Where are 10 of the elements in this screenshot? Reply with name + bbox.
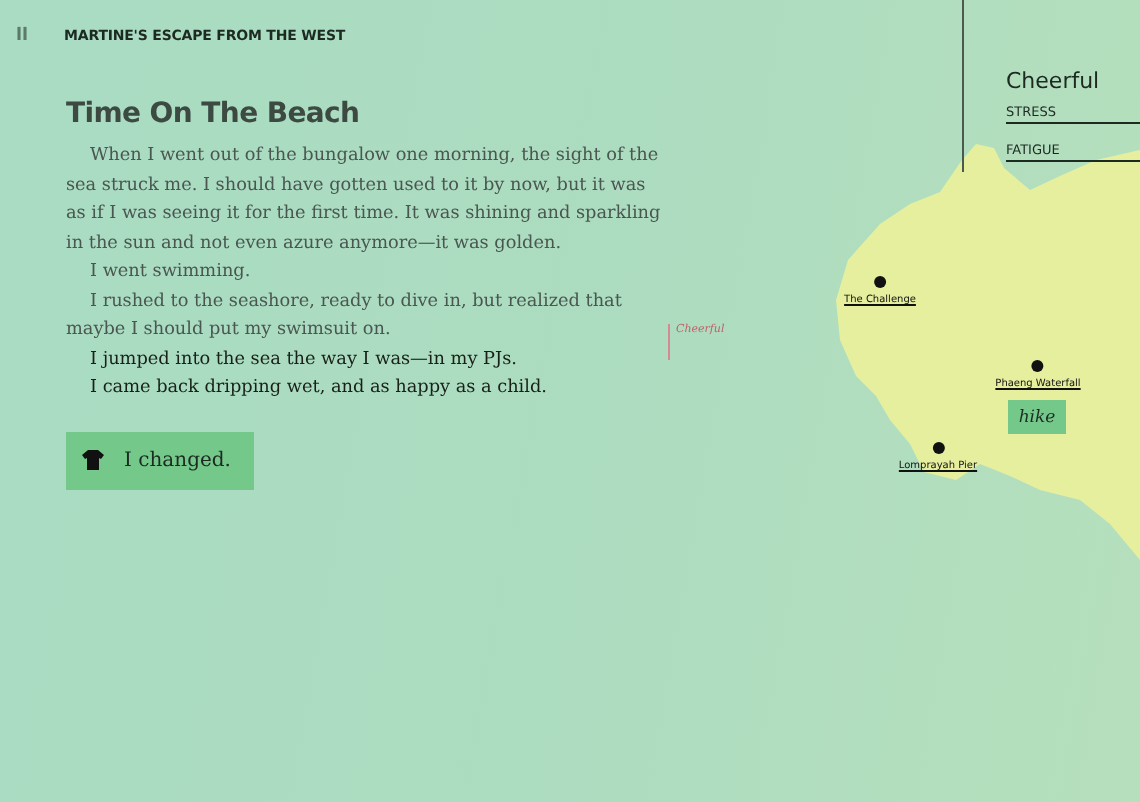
mood-label: Cheerful — [1006, 68, 1102, 94]
chapter-title: Time On The Beach — [66, 98, 362, 130]
story-paragraph: I rushed to the seashore, ready to dive in, but realized that maybe I should put my swimsuit on. — [66, 289, 624, 344]
story-paragraph: I came back dripping wet, and as happy as a child. — [88, 376, 549, 402]
story-paragraph: When I went out of the bungalow one morning, the sight of the sea struck me. I should have gotten used to it by now, but it was as if I was seeing it for the first time. It was shining and sparkling in the sun and not even azure anymore—it was golden. — [66, 144, 662, 257]
choice-button[interactable]: I changed. — [66, 431, 255, 489]
action-button[interactable]: hike — [1008, 400, 1066, 434]
story-paragraph: I jumped into the sea the way I was—in my PJs. — [88, 347, 519, 373]
shirt-icon — [82, 450, 104, 470]
story-paragraph: I went swimming. — [88, 260, 253, 286]
